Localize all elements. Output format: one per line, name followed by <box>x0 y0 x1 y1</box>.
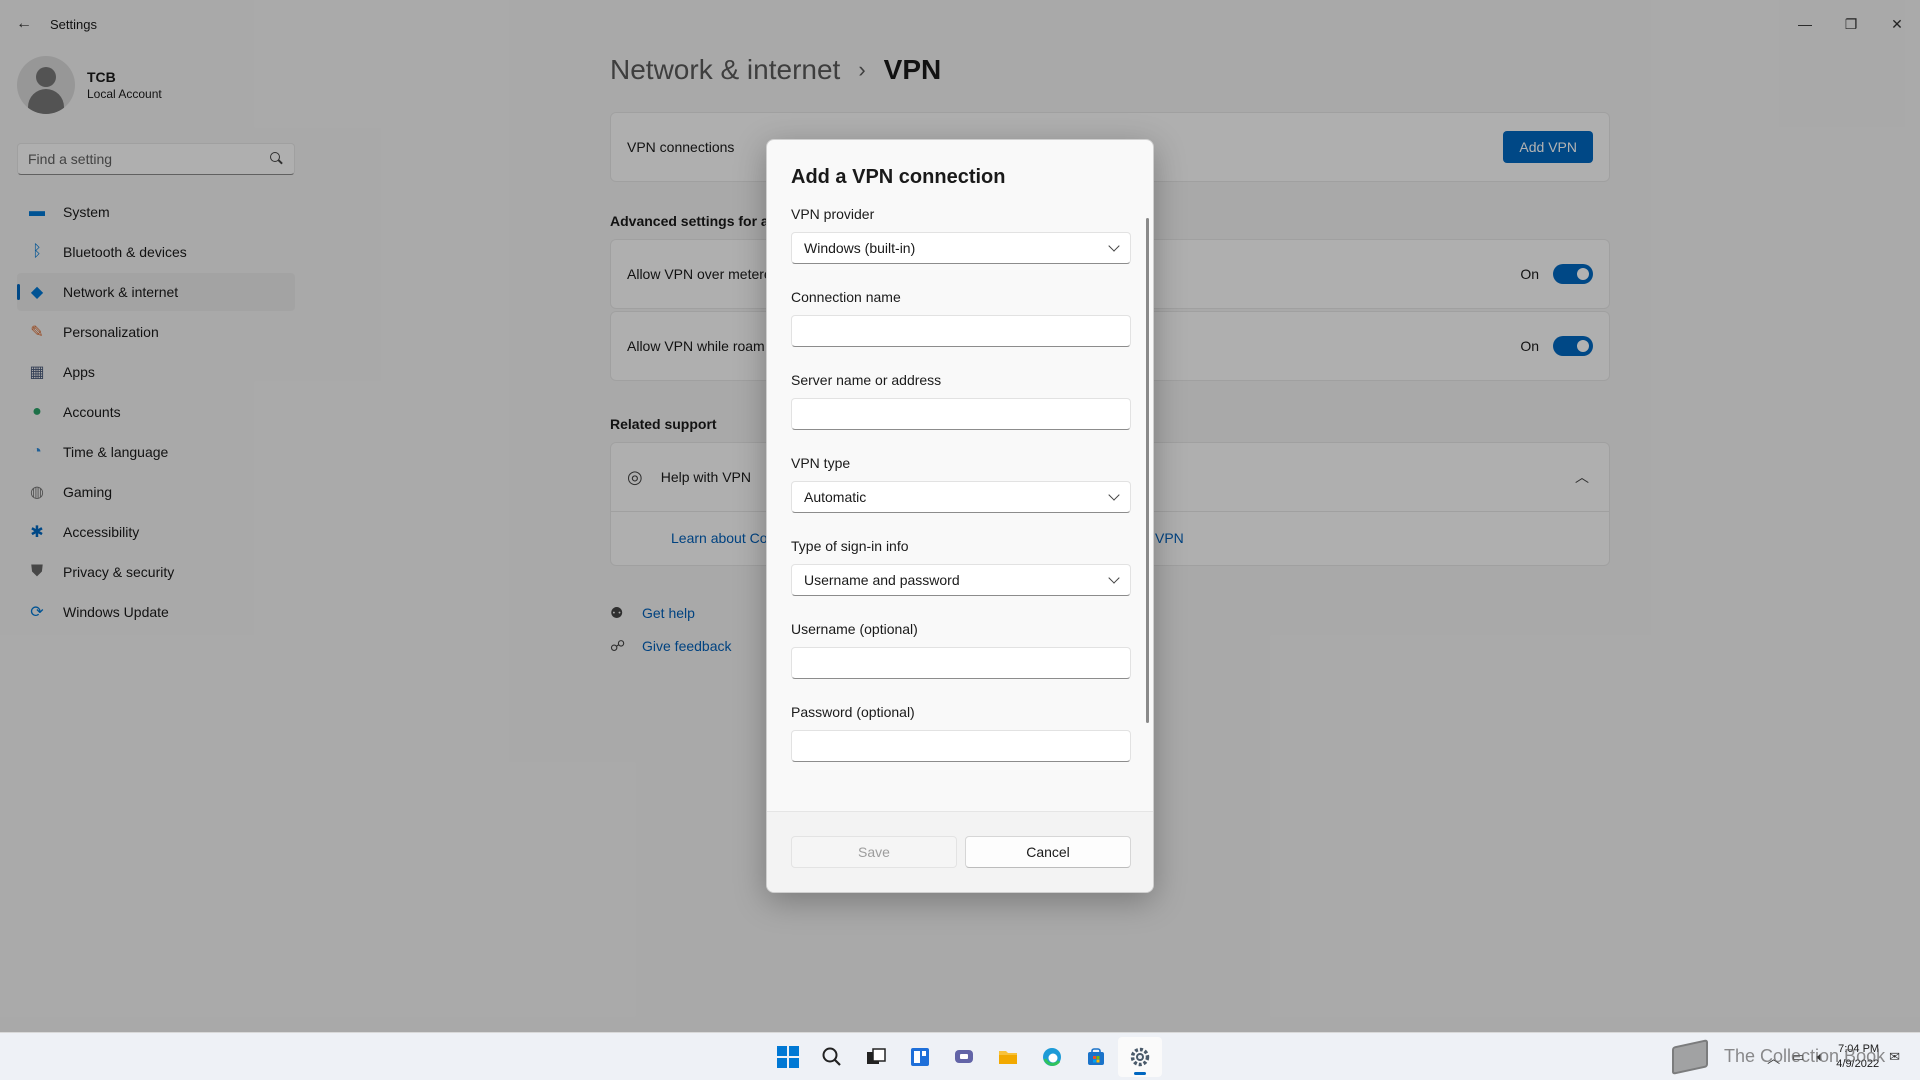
start-icon[interactable] <box>766 1037 810 1077</box>
watermark: The Collection Book <box>1668 1032 1885 1080</box>
file-explorer-icon[interactable] <box>986 1037 1030 1077</box>
widgets-icon[interactable] <box>898 1037 942 1077</box>
chat-icon[interactable] <box>942 1037 986 1077</box>
store-icon[interactable] <box>1074 1037 1118 1077</box>
chevron-down-icon <box>1108 489 1120 501</box>
password-label: Password (optional) <box>791 704 915 720</box>
username-label: Username (optional) <box>791 621 918 637</box>
password-input[interactable] <box>791 730 1131 762</box>
settings-gear-icon[interactable] <box>1118 1037 1162 1077</box>
taskbar: ︿ ▭ 🔈︎ 7:04 PM 4/9/2022 ✉ <box>0 1032 1920 1080</box>
server-address-label: Server name or address <box>791 372 942 388</box>
vpn-provider-label: VPN provider <box>791 206 875 222</box>
connection-name-label: Connection name <box>791 289 901 305</box>
task-view-icon[interactable] <box>854 1037 898 1077</box>
vpn-provider-value: Windows (built-in) <box>804 240 916 256</box>
watermark-text: The Collection Book <box>1724 1045 1886 1066</box>
dialog-scrollbar[interactable] <box>1146 218 1149 723</box>
taskbar-apps <box>766 1033 1162 1080</box>
book-logo-icon <box>1668 1039 1708 1073</box>
username-input[interactable] <box>791 647 1131 679</box>
chevron-down-icon <box>1108 572 1120 584</box>
dialog-title: Add a VPN connection <box>791 166 1006 188</box>
add-vpn-dialog: Add a VPN connection VPN provider Window… <box>766 139 1154 893</box>
dialog-body: VPN provider Windows (built-in) Connecti… <box>791 204 1131 785</box>
cancel-button[interactable]: Cancel <box>965 836 1131 868</box>
signin-type-value: Username and password <box>804 572 960 588</box>
signin-type-select[interactable]: Username and password <box>791 564 1131 596</box>
dialog-footer: Save Cancel <box>767 811 1153 892</box>
save-button[interactable]: Save <box>791 836 957 868</box>
chevron-down-icon <box>1108 240 1120 252</box>
connection-name-input[interactable] <box>791 315 1131 347</box>
search-icon[interactable] <box>810 1037 854 1077</box>
signin-type-label: Type of sign-in info <box>791 538 909 554</box>
vpn-type-select[interactable]: Automatic <box>791 481 1131 513</box>
notification-icon[interactable]: ✉ <box>1889 1049 1900 1065</box>
vpn-provider-select[interactable]: Windows (built-in) <box>791 232 1131 264</box>
server-address-input[interactable] <box>791 398 1131 430</box>
vpn-type-label: VPN type <box>791 455 851 471</box>
vpn-type-value: Automatic <box>804 489 867 505</box>
edge-icon[interactable] <box>1030 1037 1074 1077</box>
